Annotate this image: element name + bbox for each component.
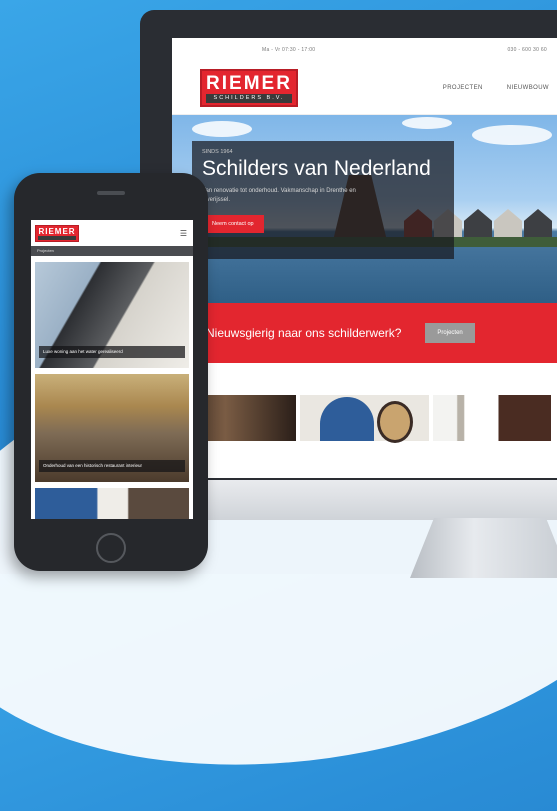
projects-button[interactable]: Projecten (425, 323, 475, 343)
breadcrumb: Projecten (31, 246, 193, 256)
logo-sub: SCHILDERS B.V. (206, 94, 292, 103)
desktop-website: Ma - Vr 07:30 - 17:00 030 - 600 30 60 RI… (172, 38, 557, 478)
mobile-phone: RIEMER ☰ Projecten Luxe woning aan het w… (14, 173, 208, 571)
phone-number[interactable]: 030 - 600 30 60 (507, 47, 547, 53)
desktop-topbar: Ma - Vr 07:30 - 17:00 030 - 600 30 60 (172, 38, 557, 62)
cloud (472, 125, 552, 145)
nav-item-projecten[interactable]: PROJECTEN (443, 85, 483, 91)
hero-text: Van renovatie tot onderhoud. Vakmanschap… (202, 188, 356, 203)
project-card-caption: Luxe woning aan het water gerealiseerd (39, 346, 185, 358)
monitor-stand (410, 518, 557, 578)
arch-shape (319, 397, 374, 441)
hero-overlay: SINDS 1964 Schilders van Nederland Van r… (192, 141, 454, 259)
project-card[interactable] (35, 488, 189, 519)
phone-home-button (96, 533, 126, 563)
project-card[interactable]: Luxe woning aan het water gerealiseerd (35, 262, 189, 368)
mobile-header: RIEMER ☰ (31, 220, 193, 246)
opening-hours: Ma - Vr 07:30 - 17:00 (262, 47, 316, 53)
cta-text: Nieuwsgierig naar ons schilderwerk? (206, 326, 402, 340)
desktop-nav: PROJECTEN NIEUWBOUW (443, 85, 549, 91)
project-card-caption: Onderhoud van een historisch restaurant … (39, 460, 185, 472)
hero-eyebrow: SINDS 1964 (202, 149, 233, 155)
desktop-navbar: RIEMER SCHILDERS B.V. PROJECTEN NIEUWBOU… (172, 62, 557, 115)
cta-band: Nieuwsgierig naar ons schilderwerk? Proj… (172, 303, 557, 363)
mobile-logo-sub (38, 235, 76, 240)
gallery-image[interactable] (299, 395, 430, 443)
phone-speaker (97, 191, 125, 195)
riemer-logo[interactable]: RIEMER SCHILDERS B.V. (200, 69, 298, 107)
mobile-website: RIEMER ☰ Projecten Luxe woning aan het w… (31, 220, 193, 519)
mobile-riemer-logo[interactable]: RIEMER (35, 224, 79, 242)
hero-banner: SINDS 1964 Schilders van Nederland Van r… (172, 115, 557, 303)
project-card[interactable]: Onderhoud van een historisch restaurant … (35, 374, 189, 482)
cloud (192, 121, 252, 137)
oval-frame (377, 401, 414, 443)
hamburger-icon[interactable]: ☰ (180, 229, 187, 238)
mobile-logo-brand: RIEMER (38, 226, 76, 236)
gallery-image[interactable] (433, 395, 551, 441)
contact-button[interactable]: Neem contact op (202, 215, 264, 233)
logo-brand: RIEMER (206, 73, 292, 94)
project-gallery (172, 395, 557, 443)
hero-title: Schilders van Nederland (202, 157, 431, 180)
cloud (402, 117, 452, 129)
nav-item-nieuwbouw[interactable]: NIEUWBOUW (507, 85, 549, 91)
